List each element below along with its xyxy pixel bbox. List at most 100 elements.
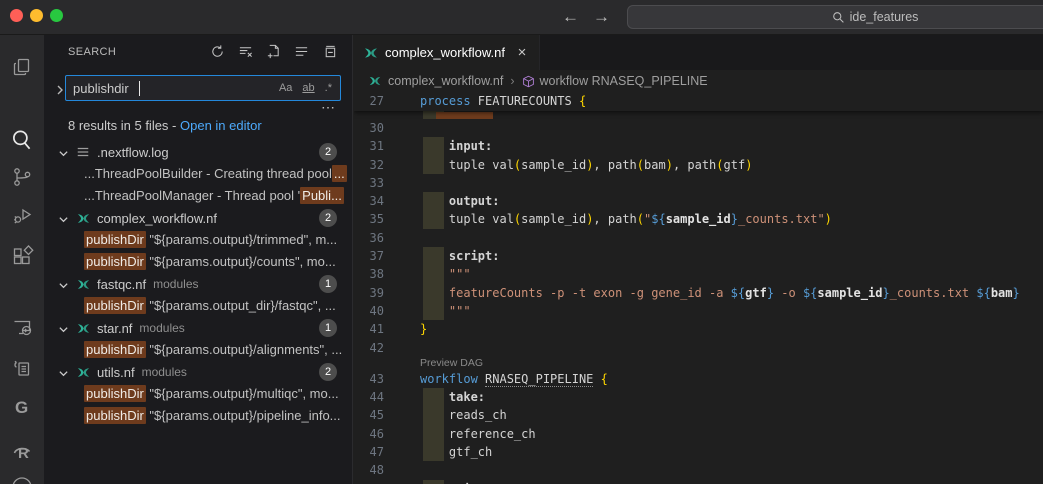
line-number: 34	[354, 192, 420, 210]
breadcrumb-file[interactable]: complex_workflow.nf	[388, 74, 503, 88]
code-line-44[interactable]: 44 take:	[354, 388, 1043, 406]
breadcrumb-symbol[interactable]: workflow RNASEQ_PIPELINE	[540, 74, 708, 88]
search-result-match-row[interactable]: publishDir "${params.output}/pipeline_in…	[44, 405, 353, 427]
code-text: output:	[420, 192, 499, 210]
search-icon	[9, 127, 35, 153]
activity-account[interactable]	[0, 473, 44, 484]
code-line-42[interactable]: 42	[354, 339, 1043, 357]
match-highlight: publishDir	[84, 231, 146, 248]
source-control-icon	[10, 165, 34, 189]
search-result-file-row[interactable]: complex_workflow.nf2	[44, 207, 353, 229]
search-result-file-row[interactable]: fastqc.nfmodules1	[44, 273, 353, 295]
activity-run-debug[interactable]	[0, 199, 44, 231]
match-case-toggle[interactable]: Aa	[277, 81, 294, 95]
match-highlight: publishDir	[84, 341, 146, 358]
search-result-file-row[interactable]: utils.nfmodules2	[44, 361, 353, 383]
regex-toggle[interactable]: .*	[323, 81, 334, 95]
code-line-45[interactable]: 45 reads_ch	[354, 406, 1043, 424]
activity-gitlens[interactable]: G	[0, 391, 44, 423]
maximize-window-button[interactable]	[50, 9, 63, 22]
window-controls	[10, 9, 63, 22]
vscode-window: ← → ide_features	[0, 0, 1043, 484]
search-result-match-row[interactable]: publishDir "${params.output}/alignments"…	[44, 339, 353, 361]
open-in-editor-link[interactable]: Open in editor	[180, 118, 262, 133]
code-text: take:	[420, 388, 485, 406]
search-input[interactable]	[66, 81, 277, 96]
file-folder: modules	[153, 277, 198, 291]
code-line-33[interactable]: 33	[354, 174, 1043, 192]
code-line-48[interactable]: 48	[354, 461, 1043, 479]
code-line-40[interactable]: 40 """	[354, 302, 1043, 320]
line-number: 45	[354, 406, 420, 424]
files-icon	[10, 55, 34, 79]
line-number: 30	[354, 119, 420, 137]
breadcrumb-separator: ›	[510, 74, 514, 88]
line-number: 41	[354, 320, 420, 338]
code-line-47[interactable]: 47 gtf_ch	[354, 443, 1043, 461]
search-result-file-row[interactable]: .nextflow.log2	[44, 141, 353, 163]
collapse-all-icon[interactable]	[321, 43, 338, 60]
tab-label: complex_workflow.nf	[385, 45, 505, 60]
code-line-43[interactable]: 43workflow RNASEQ_PIPELINE {	[354, 370, 1043, 388]
code-line-46[interactable]: 46 reference_ch	[354, 425, 1043, 443]
code-text: main:	[420, 480, 485, 484]
code-line-34[interactable]: 34 output:	[354, 192, 1043, 210]
code-line-32[interactable]: 32 tuple val(sample_id), path(bam), path…	[354, 156, 1043, 174]
whole-word-toggle[interactable]: ab	[300, 81, 316, 95]
minimize-window-button[interactable]	[30, 9, 43, 22]
code-text: tuple val(sample_id), path(bam), path(gt…	[420, 156, 752, 174]
nav-forward-button[interactable]: →	[593, 4, 610, 30]
code-text: tuple val(sample_id), path("${sample_id}…	[420, 210, 832, 228]
activity-explorer[interactable]	[0, 51, 44, 83]
code-line-35[interactable]: 35 tuple val(sample_id), path("${sample_…	[354, 210, 1043, 228]
code-line-31[interactable]: 31 input:	[354, 137, 1043, 155]
code-line-38[interactable]: 38 """	[354, 265, 1043, 283]
nav-back-button[interactable]: ←	[562, 4, 579, 30]
match-count-badge: 2	[319, 143, 337, 161]
activity-r-language[interactable]: R	[0, 435, 44, 467]
search-result-match-row[interactable]: publishDir "${params.output_dir}/fastqc"…	[44, 295, 353, 317]
activity-extensions[interactable]	[0, 240, 44, 272]
clear-search-results-icon[interactable]	[237, 43, 254, 60]
code-line-30[interactable]: 30	[354, 119, 1043, 137]
code-line-49[interactable]: 49 main:	[354, 480, 1043, 484]
code-text: """	[420, 265, 471, 283]
search-result-match-row[interactable]: publishDir "${params.output}/counts", mo…	[44, 251, 353, 273]
tab-close-icon[interactable]: ×	[513, 44, 531, 62]
code-text: input:	[420, 137, 492, 155]
search-result-match-row[interactable]: ...ThreadPoolManager - Thread pool 'Publ…	[44, 185, 353, 207]
line-number: 42	[354, 339, 420, 357]
code-line-36[interactable]: 36	[354, 229, 1043, 247]
activity-source-control[interactable]	[0, 161, 44, 193]
code-text: reference_ch	[420, 425, 536, 443]
match-highlight: publishDir	[84, 385, 146, 402]
nextflow-icon	[368, 74, 382, 88]
close-window-button[interactable]	[10, 9, 23, 22]
code-line-37[interactable]: 37 script:	[354, 247, 1043, 265]
activity-remote-explorer[interactable]	[0, 311, 44, 343]
code-line-39[interactable]: 39 featureCounts -p -t exon -g gene_id -…	[354, 284, 1043, 302]
codelens-preview-dag[interactable]: Preview DAG	[354, 357, 1043, 370]
search-result-match-row[interactable]: publishDir "${params.output}/trimmed", m…	[44, 229, 353, 251]
file-name: fastqc.nf	[97, 277, 146, 292]
nextflow-icon	[76, 321, 91, 336]
code-text: process FEATURECOUNTS {	[420, 92, 586, 110]
search-result-file-row[interactable]: star.nfmodules1	[44, 317, 353, 339]
refresh-icon[interactable]	[209, 43, 226, 60]
activity-references[interactable]	[0, 353, 44, 385]
activity-bar: G R	[0, 35, 44, 484]
search-result-match-row[interactable]: publishDir "${params.output}/multiqc", m…	[44, 383, 353, 405]
line-number: 49	[354, 480, 420, 484]
code-line-41[interactable]: 41}	[354, 320, 1043, 338]
view-as-list-icon[interactable]	[293, 43, 310, 60]
nextflow-icon	[76, 277, 91, 292]
more-actions-button[interactable]: ⋯	[321, 101, 336, 113]
open-new-search-editor-icon[interactable]	[265, 43, 282, 60]
tab-complex-workflow[interactable]: complex_workflow.nf ×	[354, 35, 540, 70]
sticky-scroll-line[interactable]: 27process FEATURECOUNTS {	[354, 92, 1043, 111]
code-editor[interactable]: 27process FEATURECOUNTS { 3031 input:32 …	[354, 92, 1043, 484]
code-line-27[interactable]: 27process FEATURECOUNTS {	[354, 92, 1043, 110]
command-center-search[interactable]: ide_features	[627, 5, 1043, 29]
search-result-match-row[interactable]: ...ThreadPoolBuilder - Creating thread p…	[44, 163, 353, 185]
activity-search[interactable]	[0, 124, 44, 156]
